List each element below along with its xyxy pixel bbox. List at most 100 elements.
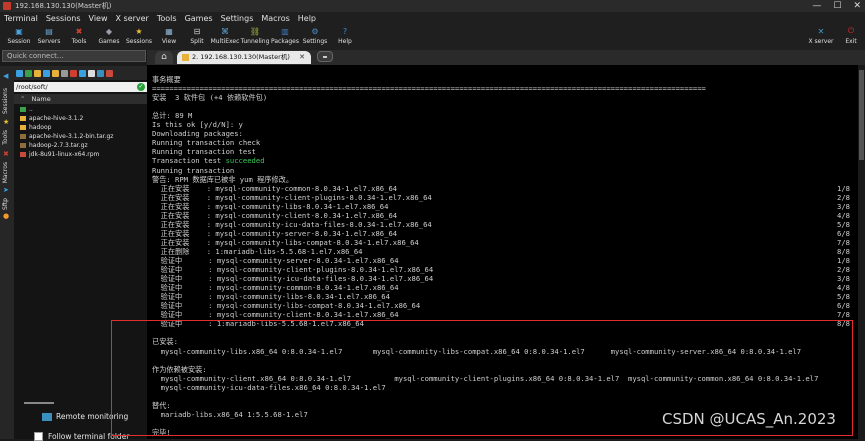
checkbox[interactable] — [34, 432, 43, 441]
new-tab-button[interactable] — [317, 51, 333, 62]
progress-counter: 2/8 — [837, 265, 850, 275]
terminal-line: 总计: 89 M — [152, 111, 193, 121]
terminal-line: 验证中 : mysql-community-icu-data-files-8.0… — [152, 274, 434, 284]
up-icon — [20, 107, 26, 112]
view-toolbar-button[interactable]: ▦ View — [154, 25, 184, 46]
xserver-icon: ✕ — [817, 26, 825, 36]
quick-connect-input[interactable]: Quick connect... — [2, 50, 146, 62]
terminal-line: Running transaction test — [152, 147, 256, 157]
file-list-item[interactable]: .. — [20, 106, 33, 113]
name-column-header[interactable]: ⌃ Name — [14, 94, 147, 104]
file-name: jdk-8u91-linux-x64.rpm — [29, 151, 100, 158]
progress-counter: 1/8 — [837, 256, 850, 265]
terminal-output[interactable]: 事务概要 ====================================… — [147, 65, 858, 439]
tunneling-icon: ⛓ — [249, 26, 261, 36]
x-server-button[interactable]: ✕ X server — [806, 25, 836, 46]
delete-icon[interactable] — [70, 69, 77, 77]
file-list-item[interactable]: hadoop-2.7.3.tar.gz — [20, 142, 88, 149]
file-list-item[interactable]: apache-hive-3.1.2-bin.tar.gz — [20, 133, 113, 140]
upload-icon[interactable] — [16, 69, 23, 77]
menu-settings[interactable]: Settings — [221, 14, 254, 23]
new-file-icon[interactable] — [52, 69, 59, 77]
multiexec-icon: ⌘ — [221, 26, 229, 36]
tools-icon[interactable] — [106, 69, 113, 77]
menu-terminal[interactable]: Terminal — [4, 14, 38, 23]
terminal-line: 完毕! — [152, 427, 171, 437]
packages-toolbar-button[interactable]: ▥ Packages — [270, 25, 300, 46]
toolbar-label: Packages — [271, 38, 299, 45]
file-name: hadoop-2.7.3.tar.gz — [29, 142, 88, 149]
terminal-line: Is this ok [y/d/N]: y — [152, 120, 243, 130]
home-tab[interactable]: ⌂ — [155, 51, 173, 64]
folder-icon — [20, 125, 26, 130]
macro-icon: ➤ — [3, 186, 9, 194]
refresh-icon[interactable] — [43, 69, 50, 77]
sftp-panel: /root/soft/ ✓ ⌃ Name .. apache-hive-3.1.2… — [14, 66, 149, 441]
terminal-line: 验证中 : mysql-community-client-8.0.34-1.el… — [152, 310, 399, 320]
toolbar-label: X server — [808, 38, 834, 45]
edit-icon[interactable] — [61, 69, 68, 77]
tunneling-toolbar-button[interactable]: ⛓ Tunneling — [240, 25, 270, 46]
app-logo-icon — [3, 2, 11, 10]
close-button[interactable]: ✕ — [853, 1, 861, 11]
tab-close-icon[interactable]: ✕ — [299, 51, 305, 64]
vtab-sessions[interactable]: Sessions — [2, 88, 9, 114]
minimize-button[interactable]: — — [812, 1, 821, 11]
exit-button[interactable]: ⏻ Exit — [836, 25, 865, 45]
new-folder-icon[interactable] — [34, 69, 41, 77]
multiexec-toolbar-button[interactable]: ⌘ MultiExec — [210, 25, 240, 46]
terminal-line: 替代: — [152, 400, 171, 410]
maximize-button[interactable]: ☐ — [833, 1, 841, 11]
view-icon: ▦ — [165, 26, 173, 36]
menu-sessions[interactable]: Sessions — [46, 14, 81, 23]
menu-games[interactable]: Games — [185, 14, 213, 23]
split-toolbar-button[interactable]: ⊟ Split — [182, 25, 212, 46]
text-icon[interactable] — [88, 69, 95, 77]
terminal-line: Running transaction check — [152, 138, 261, 148]
games-toolbar-button[interactable]: ◆ Games — [94, 25, 124, 46]
sessions-toolbar-button[interactable]: ★ Sessions — [124, 25, 154, 46]
download-icon[interactable] — [25, 69, 32, 77]
file-name: apache-hive-3.1.2-bin.tar.gz — [29, 133, 114, 140]
file-list-item[interactable]: apache-hive-3.1.2 — [20, 115, 83, 122]
file-list-item[interactable]: hadoop — [20, 124, 51, 131]
progress-counter: 2/8 — [837, 192, 850, 202]
tools-toolbar-button[interactable]: ✖ Tools — [64, 25, 94, 46]
vtab-sftp[interactable]: Sftp — [2, 198, 9, 210]
session-toolbar-button[interactable]: ▣ Session — [4, 25, 34, 46]
view-icon[interactable] — [97, 69, 104, 77]
file-list-item[interactable]: jdk-8u91-linux-x64.rpm — [20, 151, 99, 158]
scrollbar-thumb[interactable] — [859, 70, 864, 160]
archive-icon — [20, 134, 26, 139]
vtab-macros[interactable]: Macros — [2, 162, 9, 183]
toolbar-label: Games — [98, 38, 120, 45]
tab-session-master[interactable]: 2. 192.168.130.130(Master机) ✕ — [177, 51, 311, 64]
progress-counter: 8/8 — [837, 319, 850, 329]
terminal-line: 正在安装 : mysql-community-libs-8.0.34-1.el7… — [152, 201, 389, 211]
vtab-tools[interactable]: Tools — [2, 130, 9, 145]
rpm-icon — [20, 152, 26, 157]
menu-tools[interactable]: Tools — [157, 14, 177, 23]
menu-xserver[interactable]: X server — [116, 14, 149, 23]
window-controls: — ☐ ✕ — [812, 0, 861, 12]
left-arrow-icon[interactable]: ◀ — [3, 72, 10, 80]
menu-bar: Terminal Sessions View X server Tools Ga… — [0, 12, 865, 24]
servers-toolbar-button[interactable]: ▤ Servers — [34, 25, 64, 46]
split-icon: ⊟ — [193, 26, 201, 36]
progress-counter: 3/8 — [837, 274, 850, 284]
toolbar: ▣ Session ▤ Servers ✖ Tools ◆ Games ★ Sessions ▦ Vi… — [0, 24, 865, 50]
packages-icon: ▥ — [281, 26, 289, 36]
menu-macros[interactable]: Macros — [261, 14, 289, 23]
menu-help[interactable]: Help — [298, 14, 316, 23]
path-input[interactable]: /root/soft/ ✓ — [14, 82, 147, 92]
terminal-scrollbar[interactable] — [858, 65, 865, 439]
settings-icon[interactable] — [79, 69, 86, 77]
horizontal-scrollbar[interactable] — [24, 402, 54, 404]
remote-monitoring-button[interactable]: Remote monitoring — [42, 412, 128, 421]
help-toolbar-button[interactable]: ? Help — [330, 25, 360, 46]
archive-icon — [20, 143, 26, 148]
follow-terminal-checkbox[interactable]: Follow terminal folder — [34, 432, 129, 441]
path-go-icon[interactable]: ✓ — [137, 83, 145, 91]
settings-toolbar-button[interactable]: ⚙ Settings — [300, 25, 330, 46]
menu-view[interactable]: View — [89, 14, 108, 23]
